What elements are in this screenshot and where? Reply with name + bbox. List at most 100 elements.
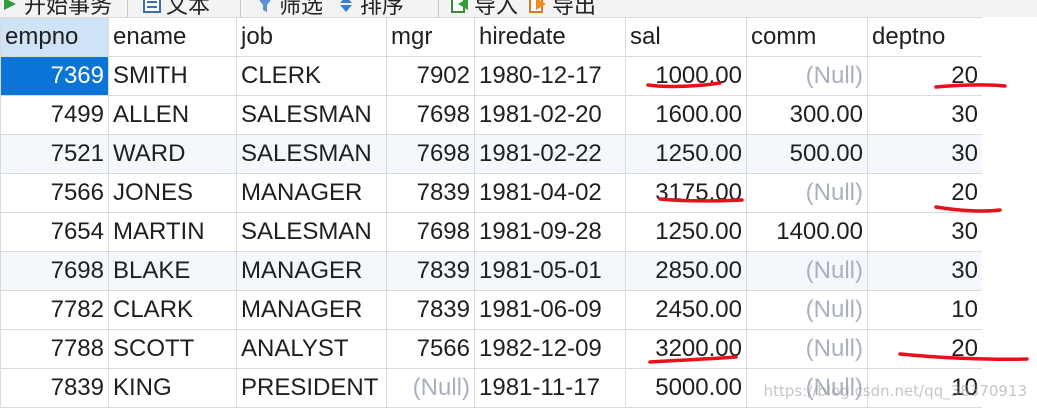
cell-job[interactable]: PRESIDENT — [236, 368, 387, 408]
column-header-empno[interactable]: empno — [0, 17, 109, 57]
cell-job[interactable]: ANALYST — [236, 329, 387, 369]
sort-label: 排序 — [360, 0, 405, 18]
cell-empno[interactable]: 7839 — [0, 368, 109, 408]
cell-ename[interactable]: JONES — [108, 173, 237, 213]
cell-comm[interactable]: (Null) — [746, 251, 868, 291]
cell-sal[interactable]: 3200.00 — [625, 329, 747, 369]
cell-comm[interactable]: 500.00 — [746, 134, 868, 174]
cell-ename[interactable]: WARD — [108, 134, 237, 174]
filter-icon — [255, 0, 275, 14]
table-row[interactable]: 7499 ALLEN SALESMAN 7698 1981-02-20 1600… — [0, 95, 983, 135]
cell-mgr[interactable]: 7698 — [386, 95, 475, 135]
cell-ename[interactable]: BLAKE — [108, 251, 237, 291]
cell-job[interactable]: SALESMAN — [236, 95, 387, 135]
cell-deptno[interactable]: 30 — [867, 251, 983, 291]
column-header-mgr[interactable]: mgr — [386, 17, 475, 57]
empty-grid-area — [982, 17, 1037, 410]
cell-sal[interactable]: 3175.00 — [625, 173, 747, 213]
cell-hiredate[interactable]: 1981-06-09 — [474, 290, 626, 330]
cell-ename[interactable]: CLARK — [108, 290, 237, 330]
cell-job[interactable]: CLERK — [236, 56, 387, 96]
cell-mgr[interactable]: 7839 — [386, 290, 475, 330]
cell-ename[interactable]: SMITH — [108, 56, 237, 96]
cell-mgr[interactable]: 7698 — [386, 134, 475, 174]
cell-hiredate[interactable]: 1981-09-28 — [474, 212, 626, 252]
table-row[interactable]: 7566 JONES MANAGER 7839 1981-04-02 3175.… — [0, 173, 983, 213]
table-row[interactable]: 7788 SCOTT ANALYST 7566 1982-12-09 3200.… — [0, 329, 983, 369]
cell-job[interactable]: SALESMAN — [236, 212, 387, 252]
column-header-deptno[interactable]: deptno — [867, 17, 983, 57]
cell-empno[interactable]: 7566 — [0, 173, 109, 213]
cell-job[interactable]: MANAGER — [236, 290, 387, 330]
table-row[interactable]: 7654 MARTIN SALESMAN 7698 1981-09-28 125… — [0, 212, 983, 252]
cell-empno[interactable]: 7788 — [0, 329, 109, 369]
cell-sal[interactable]: 1000.00 — [625, 56, 747, 96]
cell-comm[interactable]: (Null) — [746, 56, 868, 96]
cell-hiredate[interactable]: 1981-04-02 — [474, 173, 626, 213]
cell-comm[interactable]: 300.00 — [746, 95, 868, 135]
cell-job[interactable]: MANAGER — [236, 173, 387, 213]
cell-deptno[interactable]: 30 — [867, 95, 983, 135]
cell-mgr[interactable]: 7698 — [386, 212, 475, 252]
cell-comm[interactable]: (Null) — [746, 290, 868, 330]
column-header-hiredate[interactable]: hiredate — [474, 17, 626, 57]
cell-sal[interactable]: 2450.00 — [625, 290, 747, 330]
cell-empno[interactable]: 7499 — [0, 95, 109, 135]
cell-mgr[interactable]: (Null) — [386, 368, 475, 408]
cell-hiredate[interactable]: 1981-11-17 — [474, 368, 626, 408]
cell-deptno[interactable]: 20 — [867, 173, 983, 213]
cell-deptno[interactable]: 20 — [867, 329, 983, 369]
cell-sal[interactable]: 1600.00 — [625, 95, 747, 135]
cell-deptno[interactable]: 10 — [867, 290, 983, 330]
column-header-job[interactable]: job — [236, 17, 387, 57]
sort-button[interactable]: 排序 — [336, 0, 404, 17]
cell-job[interactable]: MANAGER — [236, 251, 387, 291]
cell-mgr[interactable]: 7566 — [386, 329, 475, 369]
cell-deptno[interactable]: 30 — [867, 134, 983, 174]
cell-hiredate[interactable]: 1982-12-09 — [474, 329, 626, 369]
data-grid: empno ename job mgr hiredate sal comm de… — [0, 17, 983, 408]
cell-empno[interactable]: 7369 — [0, 56, 109, 96]
cell-mgr[interactable]: 7839 — [386, 251, 475, 291]
cell-ename[interactable]: ALLEN — [108, 95, 237, 135]
cell-hiredate[interactable]: 1981-05-01 — [474, 251, 626, 291]
text-button[interactable]: 文本 — [142, 0, 210, 17]
export-icon — [528, 0, 548, 14]
table-row[interactable]: 7782 CLARK MANAGER 7839 1981-06-09 2450.… — [0, 290, 983, 330]
column-header-comm[interactable]: comm — [746, 17, 868, 57]
cell-sal[interactable]: 2850.00 — [625, 251, 747, 291]
text-doc-icon — [142, 0, 162, 14]
cell-ename[interactable]: SCOTT — [108, 329, 237, 369]
table-row[interactable]: 7698 BLAKE MANAGER 7839 1981-05-01 2850.… — [0, 251, 983, 291]
cell-hiredate[interactable]: 1981-02-20 — [474, 95, 626, 135]
begin-transaction-button[interactable]: 开始事务 — [0, 0, 112, 17]
cell-ename[interactable]: MARTIN — [108, 212, 237, 252]
filter-button[interactable]: 筛选 — [255, 0, 323, 17]
table-row[interactable]: 7521 WARD SALESMAN 7698 1981-02-22 1250.… — [0, 134, 983, 174]
table-row[interactable]: 7369 SMITH CLERK 7902 1980-12-17 1000.00… — [0, 56, 983, 96]
cell-deptno[interactable]: 30 — [867, 212, 983, 252]
cell-empno[interactable]: 7521 — [0, 134, 109, 174]
export-button[interactable]: 导出 — [528, 0, 596, 17]
cell-deptno[interactable]: 20 — [867, 56, 983, 96]
cell-empno[interactable]: 7698 — [0, 251, 109, 291]
sort-icon — [336, 0, 356, 14]
cell-mgr[interactable]: 7902 — [386, 56, 475, 96]
cell-sal[interactable]: 5000.00 — [625, 368, 747, 408]
column-header-ename[interactable]: ename — [108, 17, 237, 57]
cell-ename[interactable]: KING — [108, 368, 237, 408]
cell-job[interactable]: SALESMAN — [236, 134, 387, 174]
cell-comm[interactable]: (Null) — [746, 173, 868, 213]
cell-sal[interactable]: 1250.00 — [625, 134, 747, 174]
column-header-sal[interactable]: sal — [625, 17, 747, 57]
cell-hiredate[interactable]: 1981-02-22 — [474, 134, 626, 174]
cell-mgr[interactable]: 7839 — [386, 173, 475, 213]
cell-sal[interactable]: 1250.00 — [625, 212, 747, 252]
watermark: https://blog.csdn.net/qq_38370913 — [763, 382, 1027, 400]
cell-comm[interactable]: (Null) — [746, 329, 868, 369]
cell-comm[interactable]: 1400.00 — [746, 212, 868, 252]
cell-hiredate[interactable]: 1980-12-17 — [474, 56, 626, 96]
cell-empno[interactable]: 7654 — [0, 212, 109, 252]
import-button[interactable]: 导入 — [450, 0, 518, 17]
cell-empno[interactable]: 7782 — [0, 290, 109, 330]
